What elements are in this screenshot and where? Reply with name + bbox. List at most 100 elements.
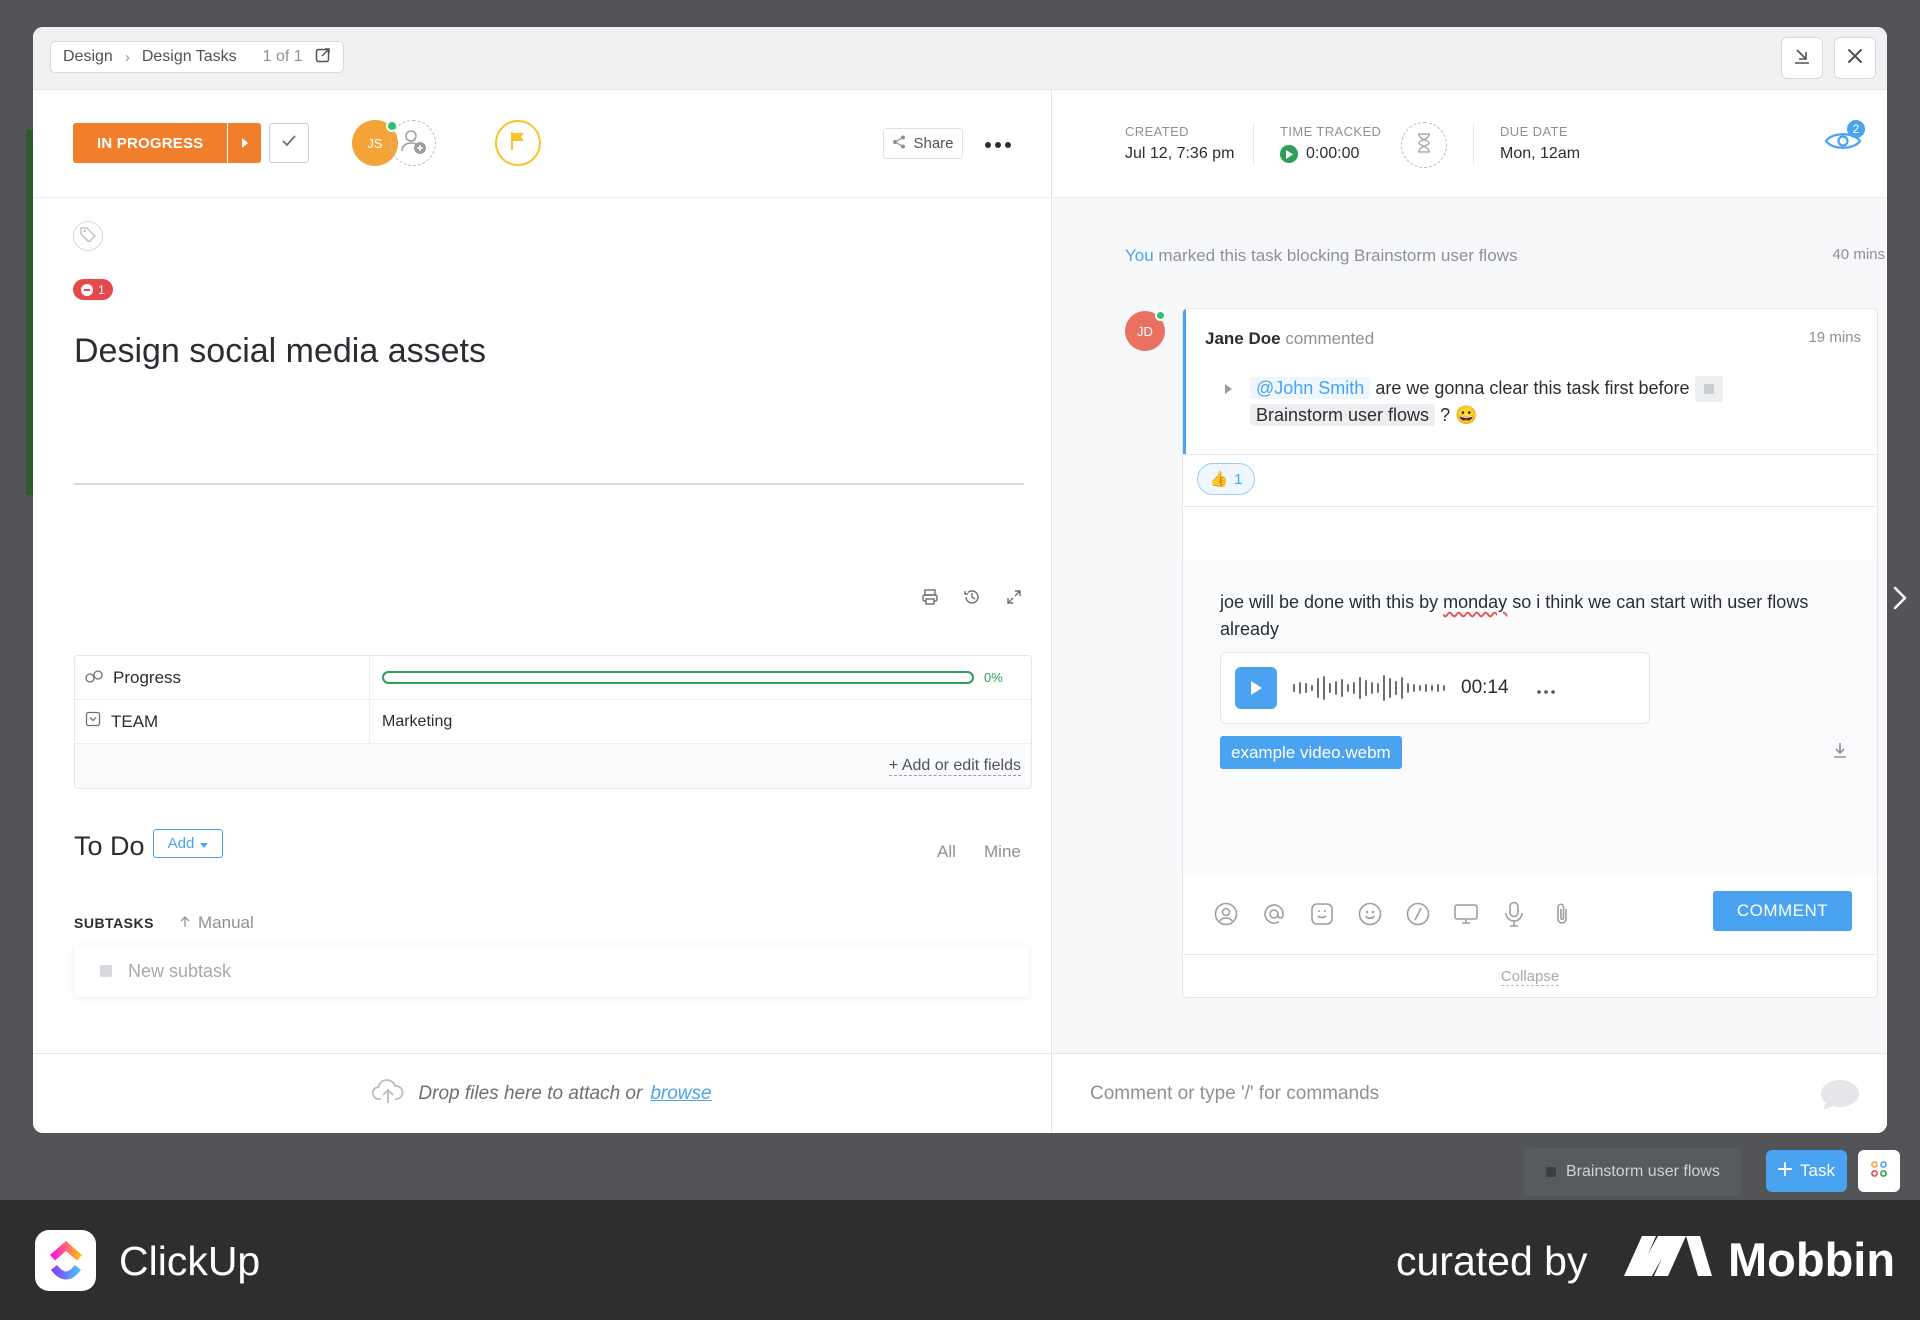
collapse-thread[interactable]: Collapse — [1183, 955, 1877, 997]
comment-time: 19 mins — [1808, 329, 1861, 346]
waveform-bar — [1437, 684, 1439, 692]
comment-body: @John Smith are we gonna clear this task… — [1225, 375, 1825, 429]
new-subtask-input[interactable]: New subtask — [74, 945, 1029, 997]
waveform-bar — [1365, 680, 1367, 696]
minimize-button[interactable] — [1781, 37, 1823, 79]
filter-mine[interactable]: Mine — [984, 842, 1021, 862]
tag-icon — [80, 226, 96, 247]
activity-pane: CREATED Jul 12, 7:36 pm TIME TRACKED 0:0… — [1053, 90, 1887, 1053]
smiley-icon[interactable] — [1357, 900, 1383, 928]
time-estimate-button[interactable] — [1401, 122, 1447, 168]
field-name: Progress — [75, 656, 370, 700]
add-edit-fields-link[interactable]: + Add or edit fields — [888, 757, 1021, 776]
browse-link[interactable]: browse — [650, 1083, 711, 1105]
microphone-icon[interactable] — [1501, 900, 1527, 928]
assign-icon[interactable] — [1213, 900, 1239, 928]
voice-clip: 00:14 — [1220, 652, 1650, 724]
screen-record-icon[interactable] — [1453, 900, 1479, 928]
start-timer-icon[interactable] — [1280, 145, 1298, 163]
share-button[interactable]: Share — [883, 128, 963, 159]
progress-field-icon — [85, 668, 103, 688]
priority-button[interactable] — [495, 120, 541, 166]
mark-complete-button[interactable] — [269, 123, 309, 163]
reply-editor[interactable]: joe will be done with this by monday so … — [1183, 559, 1877, 874]
grinning-emoji: 😀 — [1455, 405, 1478, 426]
download-icon[interactable] — [1833, 742, 1847, 763]
waveform-bar — [1377, 683, 1379, 693]
time-tracked-meta[interactable]: TIME TRACKED 0:00:00 — [1280, 124, 1381, 163]
waveform-bar — [1407, 683, 1409, 693]
activity-actor[interactable]: You — [1125, 246, 1154, 265]
blocking-badge[interactable]: 1 — [73, 279, 113, 300]
subtask-status-dot — [100, 965, 112, 977]
apps-button[interactable] — [1858, 1150, 1900, 1192]
sort-label: Manual — [198, 913, 254, 932]
queued-task-pill[interactable]: Brainstorm user flows — [1524, 1148, 1742, 1196]
status-label[interactable]: IN PROGRESS — [73, 123, 228, 163]
attachment-icon[interactable] — [1549, 900, 1575, 928]
commenter-avatar[interactable]: JD — [1125, 310, 1166, 351]
comment-text-end: ? — [1440, 405, 1451, 426]
divider — [1183, 454, 1877, 455]
waveform-bar — [1371, 682, 1373, 694]
mobbin-mark-icon — [1624, 1232, 1712, 1287]
task-title[interactable]: Design social media assets — [74, 332, 486, 371]
branding-bar: ClickUp curated by Mobbin — [0, 1200, 1920, 1320]
linked-task[interactable]: Brainstorm user flows — [1250, 404, 1436, 427]
comment-author[interactable]: Jane Doe — [1205, 329, 1281, 348]
mobbin-logo: Mobbin — [1624, 1232, 1895, 1287]
play-button[interactable] — [1235, 667, 1277, 709]
progress-field-value[interactable]: 0% — [370, 670, 1031, 685]
sort-manual-button[interactable]: Manual — [180, 913, 254, 933]
created-label: CREATED — [1125, 124, 1189, 139]
expand-icon[interactable] — [1003, 586, 1025, 608]
more-options-button[interactable] — [981, 128, 1015, 159]
waveform-bar — [1401, 677, 1403, 699]
slash-command-icon[interactable] — [1405, 900, 1431, 928]
emoji-reaction-icon[interactable] — [1309, 900, 1335, 928]
collapse-label[interactable]: Collapse — [1500, 968, 1560, 986]
chevron-right-icon: › — [124, 48, 130, 66]
breadcrumb-list[interactable]: Design Tasks — [142, 48, 237, 66]
status-button[interactable]: IN PROGRESS — [73, 123, 262, 163]
share-label: Share — [913, 135, 954, 152]
field-row-team: TEAM Marketing — [75, 699, 1031, 744]
next-task-arrow[interactable] — [1888, 583, 1912, 617]
due-date-value: Mon, 12am — [1500, 145, 1581, 162]
comment-composer[interactable]: Comment or type '/' for commands — [1053, 1053, 1887, 1133]
toolbar-icons — [1213, 900, 1575, 928]
caret-down-icon — [200, 835, 209, 852]
more-horizontal-icon[interactable] — [1536, 678, 1555, 699]
task-status-icon — [1694, 376, 1723, 403]
waveform-bar — [1425, 684, 1427, 692]
add-tag-button[interactable] — [73, 221, 103, 251]
submit-comment-button[interactable]: COMMENT — [1713, 891, 1852, 931]
watchers-button[interactable]: 2 — [1823, 120, 1865, 158]
add-checklist-dropdown[interactable]: Add — [153, 829, 223, 858]
waveform-bar — [1335, 681, 1337, 695]
check-icon — [281, 134, 297, 153]
attachment-chip[interactable]: example video.webm — [1220, 736, 1402, 769]
mention-icon[interactable] — [1261, 900, 1287, 928]
team-field-value[interactable]: Marketing — [370, 713, 1031, 731]
breadcrumb-space[interactable]: Design — [63, 48, 113, 66]
print-icon[interactable] — [919, 586, 941, 608]
close-button[interactable] — [1834, 37, 1876, 79]
filter-all[interactable]: All — [937, 842, 956, 862]
comment-verb: commented — [1285, 329, 1375, 348]
expand-caret-icon[interactable] — [1225, 384, 1232, 395]
reply-text[interactable]: joe will be done with this by monday so … — [1220, 589, 1840, 643]
user-mention[interactable]: @John Smith — [1250, 377, 1371, 399]
task-details-pane: IN PROGRESS JS Share 1 Design social med… — [33, 90, 1052, 1053]
new-task-button[interactable]: Task — [1766, 1150, 1847, 1192]
reaction-thumbs-up[interactable]: 👍 1 — [1197, 463, 1255, 495]
waveform[interactable] — [1293, 673, 1445, 703]
history-icon[interactable] — [961, 586, 983, 608]
comment-text: are we gonna clear this task first befor… — [1375, 378, 1690, 398]
open-in-new-icon[interactable] — [315, 47, 331, 68]
due-date-meta[interactable]: DUE DATE Mon, 12am — [1500, 124, 1580, 163]
attachment-dropzone[interactable]: Drop files here to attach or browse — [33, 1053, 1052, 1133]
status-next-button[interactable] — [227, 123, 262, 163]
add-assignee-button[interactable] — [390, 120, 436, 166]
voice-duration: 00:14 — [1461, 677, 1509, 698]
